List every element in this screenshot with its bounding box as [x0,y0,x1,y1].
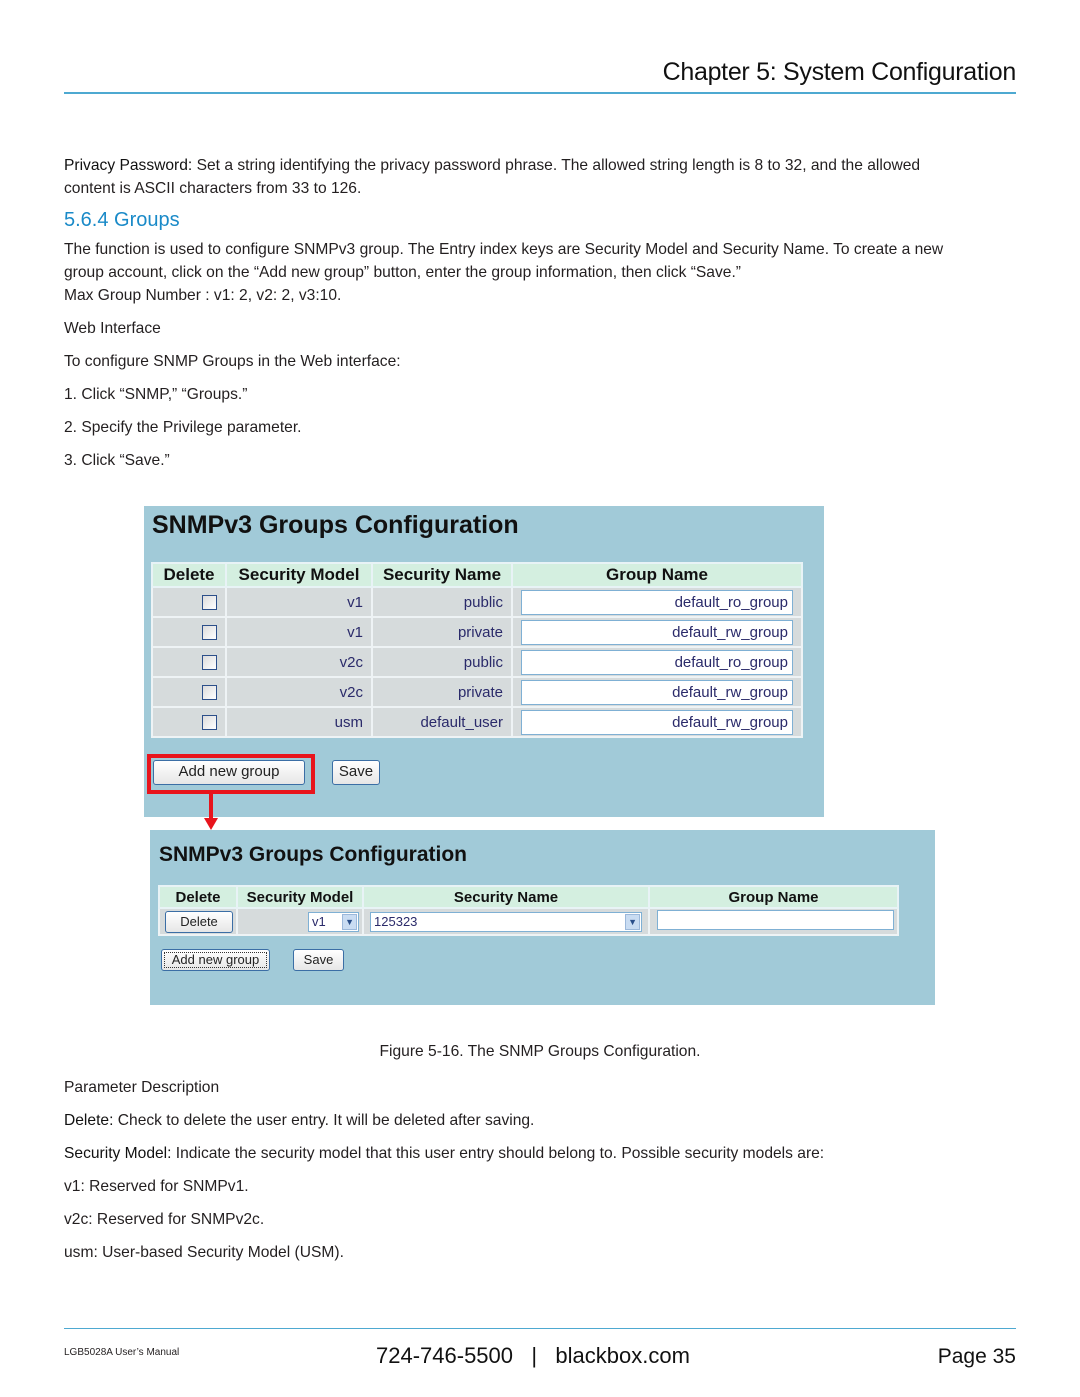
security-name-cell: public [371,646,513,678]
group-name-input[interactable]: default_rw_group [521,679,793,705]
footer-divider [64,1328,1016,1329]
group-name-input[interactable] [657,910,894,930]
param-delete-text: Check to delete the user entry. It will … [113,1112,535,1129]
param-delete-label: Delete: [64,1112,114,1129]
figure-caption: Figure 5-16. The SNMP Groups Configurati… [379,1043,701,1060]
web-interface-heading: Web Interface [64,320,161,337]
table-row: v1 public default_ro_group [151,586,803,618]
group-name-input[interactable]: default_rw_group [521,619,793,645]
col-header-delete: Delete [158,885,238,909]
col-header-security-model: Security Model [235,885,365,909]
panel-title: SNMPv3 Groups Configuration [159,843,468,866]
header-divider [64,92,1016,94]
security-name-cell: public [371,586,513,618]
delete-row-button[interactable]: Delete [165,910,233,933]
delete-checkbox[interactable] [202,625,217,641]
groups-config-screenshot-2: SNMPv3 Groups Configuration Delete Secur… [150,830,935,1005]
max-group-number: Max Group Number : v1: 2, v2: 2, v3:10. [64,287,342,304]
table-row: v2c public default_ro_group [151,646,803,678]
step-3: 3. Click “Save.” [64,452,170,469]
param-security-model-label: Security Model: [64,1145,172,1162]
new-group-table: Delete Security Model Security Name Grou… [158,885,899,936]
manual-name: LGB5028A User’s Manual [64,1347,180,1358]
privacy-password-text-2: content is ASCII characters from 33 to 1… [64,180,362,197]
panel-title: SNMPv3 Groups Configuration [152,511,519,539]
privacy-password-text: Set a string identifying the privacy pas… [192,157,921,174]
privacy-password-paragraph: Privacy Password: Set a string identifyi… [64,154,920,177]
save-button[interactable]: Save [332,760,380,785]
highlight-box [147,754,315,794]
security-name-cell: default_user [371,706,513,738]
col-header-security-name: Security Name [371,562,513,588]
chevron-down-icon[interactable]: ▼ [625,913,641,930]
table-row: usm default_user default_rw_group [151,706,803,738]
arrow-down-icon [204,818,218,830]
security-model-cell: usm [225,706,373,738]
delete-checkbox[interactable] [202,655,217,671]
table-row: v1 private default_rw_group [151,616,803,648]
add-new-group-button[interactable]: Add new group [161,949,270,971]
web-interface-intro: To configure SNMP Groups in the Web inte… [64,353,401,370]
groups-table: Delete Security Model Security Name Grou… [151,562,803,738]
security-model-cell: v1 [225,586,373,618]
param-security-model: Security Model: Indicate the security mo… [64,1142,824,1165]
group-name-input[interactable]: default_ro_group [521,649,793,675]
security-model-value: v1 [312,913,326,929]
col-header-group-name: Group Name [511,562,803,588]
security-name-cell: private [371,676,513,708]
chapter-title: Chapter 5: System Configuration [662,58,1017,86]
model-v2c: v2c: Reserved for SNMPv2c. [64,1211,265,1228]
security-name-select[interactable]: 125323 ▼ [370,911,643,932]
security-name-cell: private [371,616,513,648]
section-description-2: group account, click on the “Add new gro… [64,264,741,281]
table-row: v2c private default_rw_group [151,676,803,708]
section-description-1: The function is used to configure SNMPv3… [64,241,944,258]
col-header-delete: Delete [151,562,227,588]
page-number: Page 35 [937,1345,1016,1368]
group-name-input[interactable]: default_rw_group [521,709,793,735]
col-header-security-name: Security Name [362,885,650,909]
param-security-model-text: Indicate the security model that this us… [171,1145,825,1162]
col-header-group-name: Group Name [648,885,899,909]
save-button[interactable]: Save [293,949,344,971]
delete-checkbox[interactable] [202,595,217,611]
security-model-cell: v2c [225,676,373,708]
section-heading: 5.6.4 Groups [64,209,180,231]
table-header-row: Delete Security Model Security Name Grou… [151,562,803,588]
step-2: 2. Specify the Privilege parameter. [64,419,302,436]
step-1: 1. Click “SNMP,” “Groups.” [64,386,248,403]
security-name-value: 125323 [374,913,418,929]
delete-checkbox[interactable] [202,715,217,731]
privacy-password-label: Privacy Password: [64,157,193,174]
security-model-select[interactable]: v1 ▼ [308,911,360,932]
chevron-down-icon[interactable]: ▼ [342,913,358,930]
model-usm: usm: User-based Security Model (USM). [64,1244,344,1261]
security-model-cell: v2c [225,646,373,678]
delete-checkbox[interactable] [202,685,217,701]
contact-info: 724-746-5500 | blackbox.com [376,1343,690,1368]
model-v1: v1: Reserved for SNMPv1. [64,1178,249,1195]
security-model-cell: v1 [225,616,373,648]
param-delete: Delete: Check to delete the user entry. … [64,1109,534,1132]
arrow-line [209,794,213,820]
table-header-row: Delete Security Model Security Name Grou… [158,885,899,909]
table-row: Delete v1 ▼ 125323 ▼ [158,907,899,936]
parameter-description-heading: Parameter Description [64,1079,220,1096]
group-name-input[interactable]: default_ro_group [521,589,793,615]
col-header-security-model: Security Model [225,562,373,588]
